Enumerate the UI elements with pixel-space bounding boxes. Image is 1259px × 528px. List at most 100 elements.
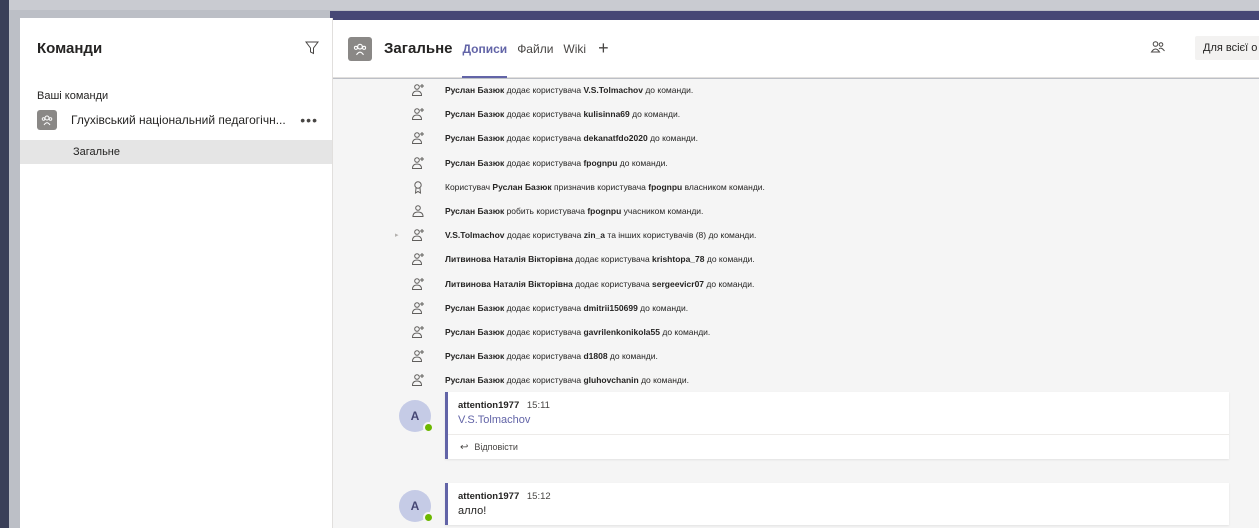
activity-text: Руслан Базюк додає користувача dekanatfd… (445, 133, 698, 144)
activity-item: Руслан Базюк додає користувача gluhovcha… (408, 368, 689, 392)
activity-item: Руслан Базюк додає користувача fpognpu д… (408, 151, 668, 175)
activity-target: krishtopa_78 (652, 254, 705, 265)
activity-text: Руслан Базюк додає користувача fpognpu д… (445, 157, 668, 168)
activity-actor: V.S.Tolmachov (445, 230, 505, 241)
teams-header: Команди (20, 18, 332, 78)
add-user-icon (408, 372, 428, 388)
add-tab-button[interactable]: + (598, 38, 609, 59)
window-frame-left (0, 0, 9, 528)
activity-actor: Руслан Базюк (445, 302, 505, 313)
activity-text: Руслан Базюк додає користувача kulisinna… (445, 109, 681, 120)
activity-target: fpognpu (583, 157, 618, 168)
more-options-button[interactable]: ••• (300, 112, 318, 128)
activity-target: V.S.Tolmachov (583, 85, 643, 95)
activity-item: Користувач Руслан Базюк призначив корист… (408, 175, 765, 199)
activity-target: fpognpu (587, 206, 622, 216)
activity-actor: Руслан Базюк (445, 157, 505, 168)
activity-item: Руслан Базюк додає користувача gavrilenk… (408, 320, 710, 344)
activity-item: Руслан Базюк додає користувача dmitrii15… (408, 296, 688, 320)
activity-actor: Руслан Базюк (445, 351, 505, 362)
avatar[interactable]: A (399, 490, 434, 523)
activity-actor: Руслан Базюк (492, 181, 552, 192)
add-user-icon (408, 155, 428, 171)
activity-text: Литвинова Наталія Вікторівна додає корис… (445, 278, 755, 289)
channel-item-general[interactable]: Загальне (20, 140, 332, 164)
message-author: attention1977 (458, 491, 520, 502)
reply-label: Відповісти (474, 442, 518, 452)
presence-available-icon (423, 422, 434, 433)
activity-item: Руслан Базюк додає користувача V.S.Tolma… (408, 79, 693, 102)
activity-actor: Руслан Базюк (445, 133, 505, 144)
activity-target: sergeevicr07 (652, 278, 705, 289)
activity-actor: Руслан Базюк (445, 375, 505, 386)
team-item[interactable]: Глухівський національний педагогічн... •… (20, 106, 332, 134)
message-time: 15:12 (526, 491, 551, 502)
expand-arrow-icon[interactable]: ▸ (395, 231, 399, 239)
channel-title: Загальне (384, 40, 453, 57)
activity-text: Руслан Базюк додає користувача V.S.Tolma… (445, 85, 694, 95)
message-meta: attention1977 15:11 (458, 400, 1218, 411)
message-text-link[interactable]: V.S.Tolmachov (458, 414, 1218, 426)
activity-item: Литвинова Наталія Вікторівна додає корис… (408, 247, 755, 271)
activity-text: Користувач Руслан Базюк призначив корист… (445, 181, 765, 192)
window-frame-top (9, 0, 1259, 10)
activity-target: dekanatfdo2020 (583, 133, 648, 144)
activity-actor: Руслан Базюк (445, 109, 505, 120)
activity-target: dmitrii150699 (583, 302, 638, 313)
activity-target: fpognpu (648, 181, 683, 192)
avatar-initial: A (410, 409, 420, 423)
presence-available-icon (423, 512, 434, 523)
activity-text: Руслан Базюк додає користувача d1808 до … (445, 351, 658, 362)
filter-icon[interactable] (304, 40, 320, 56)
activity-actor: Руслан Базюк (445, 327, 505, 337)
teams-title: Команди (37, 39, 103, 57)
add-user-icon (408, 324, 428, 340)
activity-text: Руслан Базюк додає користувача gluhovcha… (445, 375, 689, 386)
activity-target: kulisinna69 (583, 109, 630, 120)
add-user-icon (408, 251, 428, 267)
activity-text: Руслан Базюк робить користувача fpognpu … (445, 206, 704, 216)
activity-item: Руслан Базюк робить користувача fpognpu … (408, 199, 703, 223)
activity-text: Руслан Базюк додає користувача gavrilenk… (445, 327, 711, 337)
channel-header: Загальне Дописи Файли Wiki + Для всієї о (333, 20, 1259, 78)
activity-target: zin_a (583, 230, 606, 241)
owner-badge-icon (408, 179, 428, 195)
activity-target: gavrilenkonikola55 (583, 327, 660, 337)
activity-target: d1808 (583, 351, 608, 362)
activity-text: Руслан Базюк додає користувача dmitrii15… (445, 302, 689, 313)
tab-posts[interactable]: Дописи (462, 20, 507, 78)
message-author: attention1977 (458, 400, 520, 411)
activity-actor: Литвинова Наталія Вікторівна (445, 254, 573, 265)
people-icon[interactable] (1150, 39, 1166, 60)
team-icon (37, 110, 57, 130)
add-user-icon (408, 130, 428, 146)
tab-wiki[interactable]: Wiki (563, 20, 586, 78)
activity-actor: Литвинова Наталія Вікторівна (445, 278, 573, 289)
reply-button[interactable]: ↩ Відповісти (448, 434, 1229, 459)
activity-item: Руслан Базюк додає користувача d1808 до … (408, 344, 658, 368)
message-card: attention1977 15:12 алло! (445, 483, 1229, 525)
avatar-initial: A (410, 499, 420, 513)
add-user-icon (408, 276, 428, 292)
activity-item: Литвинова Наталія Вікторівна додає корис… (408, 272, 754, 296)
add-user-icon (408, 82, 428, 98)
add-user-icon (408, 300, 428, 316)
conversation-area: Руслан Базюк додає користувача V.S.Tolma… (333, 79, 1259, 528)
tab-files[interactable]: Файли (517, 20, 553, 78)
add-user-icon (408, 227, 428, 243)
message-time: 15:11 (526, 400, 550, 411)
team-visibility-button[interactable]: Для всієї о (1195, 36, 1259, 60)
activity-item: ▸ V.S.Tolmachov додає користувача zin_a т… (395, 223, 757, 247)
your-teams-label: Ваші команди (37, 90, 109, 102)
activity-item: Руслан Базюк додає користувача kulisinna… (408, 102, 680, 126)
activity-actor: Руслан Базюк (445, 206, 505, 216)
avatar[interactable]: A (399, 400, 434, 433)
activity-target: gluhovchanin (583, 375, 639, 386)
add-user-icon (408, 348, 428, 364)
message-card: attention1977 15:11 V.S.Tolmachov ↩ Відп… (445, 392, 1229, 459)
activity-actor: Руслан Базюк (445, 85, 505, 95)
activity-text: V.S.Tolmachov додає користувача zin_a та… (445, 230, 757, 241)
message-text: алло! (458, 505, 487, 517)
reply-icon: ↩ (460, 441, 469, 453)
team-name: Глухівський національний педагогічн... (71, 113, 286, 127)
